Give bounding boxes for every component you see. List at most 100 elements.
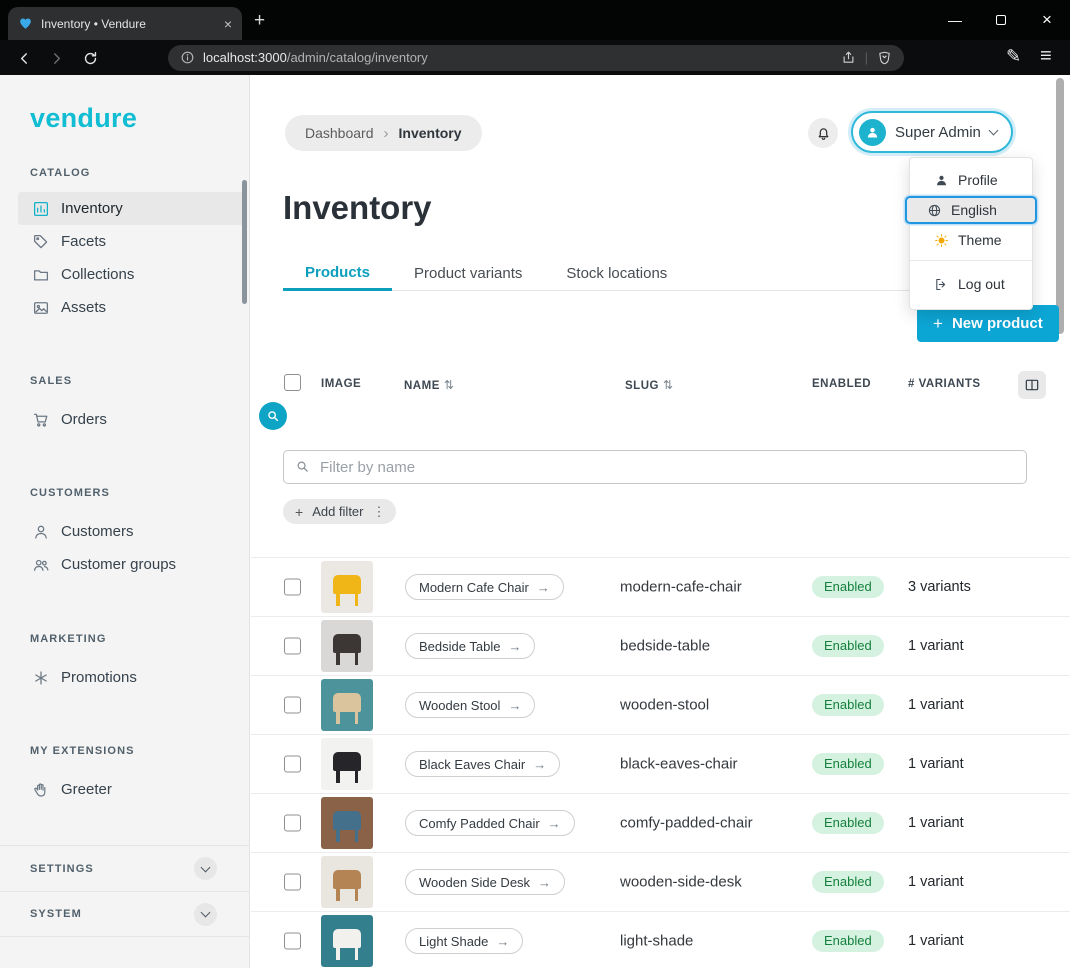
tab-close-icon[interactable]: × [224,17,232,31]
sidebar-scrollbar-thumb[interactable] [242,180,247,304]
product-slug: light-shade [620,933,693,950]
sidebar-item-orders[interactable]: Orders [18,403,243,436]
sidebar-item-customers[interactable]: Customers [18,515,243,548]
pencil-icon[interactable]: ✎ [1006,46,1021,67]
row-checkbox[interactable] [284,697,301,714]
column-header-name[interactable]: NAME⇅ [404,378,454,392]
column-header-slug[interactable]: SLUG⇅ [625,378,674,392]
product-image[interactable] [321,915,373,967]
breadcrumb: Dashboard › Inventory [285,115,482,151]
row-checkbox[interactable] [284,933,301,950]
address-bar[interactable]: localhost:3000/admin/catalog/inventory | [168,45,904,71]
user-menu: Profile English Theme Log out [909,157,1033,310]
browser-tab[interactable]: Inventory • Vendure × [8,7,242,40]
product-name-link[interactable]: Comfy Padded Chair→ [405,810,575,836]
product-slug: wooden-side-desk [620,874,742,891]
main-content: Dashboard › Inventory Super Admin Profil… [251,75,1070,968]
vendure-logo[interactable]: vendure [30,103,137,134]
sidebar-item-customer-groups[interactable]: Customer groups [18,548,243,581]
product-name-link[interactable]: Black Eaves Chair→ [405,751,560,777]
search-icon [295,459,310,474]
product-image[interactable] [321,679,373,731]
menu-icon[interactable]: ≡ [1040,45,1052,68]
variant-count: 1 variant [908,756,964,772]
product-image[interactable] [321,620,373,672]
user-menu-button[interactable]: Super Admin [851,111,1013,153]
sort-icon[interactable]: ⇅ [663,378,674,392]
row-checkbox[interactable] [284,874,301,891]
maximize-button[interactable] [978,0,1024,40]
forward-icon[interactable] [46,49,66,67]
product-image[interactable] [321,738,373,790]
product-name-link[interactable]: Wooden Stool→ [405,692,535,718]
tab-product-variants[interactable]: Product variants [392,257,544,290]
tab-products[interactable]: Products [283,257,392,291]
customers-icon [32,523,50,541]
search-toggle-button[interactable] [259,402,287,430]
logout-icon [933,277,950,292]
sidebar-item-assets[interactable]: Assets [18,291,243,324]
sidebar-section-system[interactable]: SYSTEM [0,891,250,937]
product-slug: black-eaves-chair [620,756,738,773]
minimize-button[interactable]: — [932,0,978,40]
row-checkbox[interactable] [284,815,301,832]
product-name-link[interactable]: Light Shade→ [405,928,523,954]
product-slug: comfy-padded-chair [620,815,753,832]
arrow-right-icon: → [548,816,561,831]
product-name-link[interactable]: Modern Cafe Chair→ [405,574,564,600]
product-image[interactable] [321,797,373,849]
sun-icon [933,233,950,248]
product-table: Modern Cafe Chair→ modern-cafe-chair Ena… [251,557,1070,968]
breadcrumb-inventory[interactable]: Inventory [399,125,462,141]
product-slug: bedside-table [620,638,710,655]
close-button[interactable]: × [1024,0,1070,40]
tab-stock-locations[interactable]: Stock locations [544,257,689,290]
menu-item-theme[interactable]: Theme [910,226,1032,254]
section-label-settings: SETTINGS [30,863,94,875]
column-settings-button[interactable] [1018,371,1046,399]
sidebar-item-facets[interactable]: Facets [18,225,243,258]
select-all-checkbox[interactable] [284,374,301,391]
row-checkbox[interactable] [284,756,301,773]
filter-input[interactable] [283,450,1027,484]
sidebar-item-collections[interactable]: Collections [18,258,243,291]
menu-item-language[interactable]: English [905,196,1037,224]
browser-navbar: localhost:3000/admin/catalog/inventory |… [0,40,1070,75]
sidebar-section-settings[interactable]: SETTINGS [0,845,250,891]
kebab-icon[interactable]: ⋮ [373,504,386,520]
brave-shield-icon[interactable] [877,50,892,66]
menu-item-logout[interactable]: Log out [910,267,1032,301]
url-text[interactable]: localhost:3000/admin/catalog/inventory [203,50,428,65]
notifications-button[interactable] [808,118,838,148]
sort-icon[interactable]: ⇅ [444,378,455,392]
main-scrollbar-thumb[interactable] [1056,78,1064,334]
row-checkbox[interactable] [284,638,301,655]
breadcrumb-dashboard[interactable]: Dashboard [305,125,374,141]
sidebar-item-greeter[interactable]: Greeter [18,773,243,806]
customer-groups-icon [32,556,50,574]
site-info-icon[interactable] [180,50,195,65]
product-image[interactable] [321,856,373,908]
back-icon[interactable] [14,49,34,67]
new-product-button[interactable]: + New product [917,305,1059,342]
chevron-down-icon[interactable] [194,903,217,926]
sidebar-item-promotions[interactable]: Promotions [18,661,243,694]
table-row: Wooden Side Desk→ wooden-side-desk Enabl… [251,852,1070,911]
sidebar: vendure CATALOG Inventory Facets Collect… [0,75,250,968]
sidebar-item-label: Inventory [61,200,123,217]
new-tab-button[interactable]: + [254,10,265,32]
browser-titlebar: Inventory • Vendure × + — × [0,0,1070,40]
share-icon[interactable] [841,50,856,65]
product-image[interactable] [321,561,373,613]
table-row: Comfy Padded Chair→ comfy-padded-chair E… [251,793,1070,852]
chevron-down-icon[interactable] [194,857,217,880]
row-checkbox[interactable] [284,579,301,596]
assets-icon [32,299,50,317]
product-name-link[interactable]: Bedside Table→ [405,633,535,659]
menu-item-label: Theme [958,232,1002,248]
reload-icon[interactable] [80,49,100,67]
menu-item-profile[interactable]: Profile [910,166,1032,194]
product-name-link[interactable]: Wooden Side Desk→ [405,869,565,895]
sidebar-item-inventory[interactable]: Inventory [18,192,243,225]
add-filter-button[interactable]: + Add filter ⋮ [283,499,396,524]
